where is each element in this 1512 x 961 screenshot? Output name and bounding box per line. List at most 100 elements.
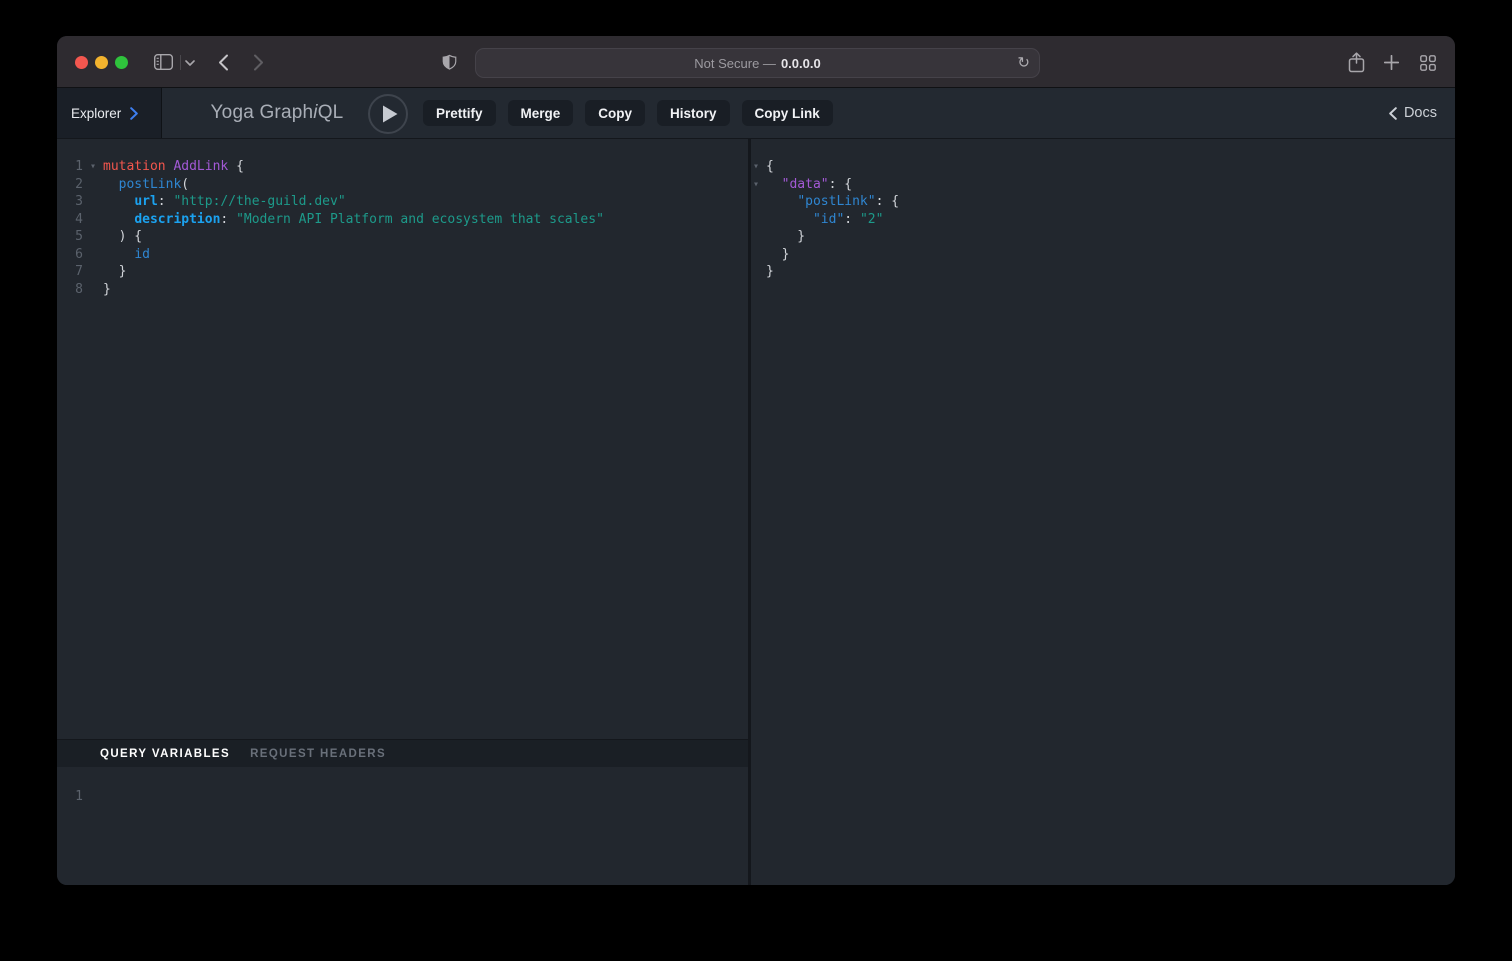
tab-request-headers[interactable]: REQUEST HEADERS	[250, 748, 386, 760]
zoom-window-button[interactable]	[115, 56, 128, 69]
new-tab-icon[interactable]	[1384, 55, 1399, 70]
code-line: ▾{	[751, 158, 1455, 176]
fold-spacer	[751, 246, 766, 264]
browser-chrome: Not Secure — 0.0.0.0 ↻	[57, 36, 1455, 88]
fold-arrow-icon[interactable]: ▾	[83, 158, 103, 176]
close-window-button[interactable]	[75, 56, 88, 69]
fold-spacer	[751, 193, 766, 211]
fold-spacer	[83, 246, 103, 264]
sidebar-toggle-icon[interactable]	[154, 54, 173, 70]
browser-window: Not Secure — 0.0.0.0 ↻	[57, 36, 1455, 885]
code-line: "postLink": {	[751, 193, 1455, 211]
chevron-down-icon[interactable]	[185, 60, 195, 66]
app-title: Yoga GraphiQL	[177, 88, 377, 138]
graphiql-toolbar: Explorer Yoga GraphiQL Prettify Merge Co…	[57, 88, 1455, 139]
code-line: 6 id	[57, 246, 748, 264]
code-line: ▾ "data": {	[751, 176, 1455, 194]
code-line: 7 }	[57, 263, 748, 281]
query-editor[interactable]: 1▾mutation AddLink {2 postLink(3 url: "h…	[57, 139, 748, 739]
tab-overview-icon[interactable]	[1420, 55, 1436, 71]
copy-link-button[interactable]: Copy Link	[742, 100, 833, 126]
fold-spacer	[83, 176, 103, 194]
line-number: 2	[57, 176, 83, 194]
tab-query-variables[interactable]: QUERY VARIABLES	[100, 748, 230, 760]
prettify-button[interactable]: Prettify	[423, 100, 496, 126]
copy-button[interactable]: Copy	[585, 100, 645, 126]
explorer-toggle[interactable]: Explorer	[57, 88, 162, 138]
fold-arrow-icon[interactable]: ▾	[751, 176, 766, 194]
chevron-right-icon	[130, 107, 138, 120]
line-number: 7	[57, 263, 83, 281]
code-text: "id": "2"	[766, 211, 1455, 229]
line-number: 1	[57, 158, 83, 176]
line-number: 6	[57, 246, 83, 264]
code-line: 8}	[57, 281, 748, 299]
play-icon	[382, 105, 398, 123]
fold-spacer	[751, 211, 766, 229]
code-text: {	[766, 158, 1455, 176]
code-text: "data": {	[766, 176, 1455, 194]
back-button-icon[interactable]	[218, 54, 229, 71]
code-text: ) {	[103, 228, 748, 246]
merge-button[interactable]: Merge	[508, 100, 574, 126]
line-number: 4	[57, 211, 83, 229]
chrome-divider	[180, 55, 181, 70]
code-line: "id": "2"	[751, 211, 1455, 229]
code-text: }	[103, 263, 748, 281]
fold-spacer	[83, 281, 103, 299]
docs-toggle[interactable]: Docs	[1389, 88, 1437, 138]
code-text: "postLink": {	[766, 193, 1455, 211]
response-pane: ▾{▾ "data": { "postLink": { "id": "2" } …	[751, 139, 1455, 885]
address-bar[interactable]: Not Secure — 0.0.0.0 ↻	[475, 48, 1040, 78]
fold-spacer	[751, 228, 766, 246]
code-text: description: "Modern API Platform and ec…	[103, 211, 748, 229]
security-label: Not Secure —	[694, 56, 776, 71]
fold-spacer	[751, 263, 766, 281]
fold-spacer	[83, 193, 103, 211]
traffic-lights	[75, 56, 128, 69]
code-line: }	[751, 228, 1455, 246]
fold-arrow-icon[interactable]: ▾	[751, 158, 766, 176]
query-pane: 1▾mutation AddLink {2 postLink(3 url: "h…	[57, 139, 748, 885]
code-line: 4 description: "Modern API Platform and …	[57, 211, 748, 229]
code-line: 3 url: "http://the-guild.dev"	[57, 193, 748, 211]
code-line: 1	[57, 788, 748, 806]
fold-spacer	[83, 263, 103, 281]
forward-button-icon[interactable]	[253, 54, 264, 71]
code-text: postLink(	[103, 176, 748, 194]
code-line: 5 ) {	[57, 228, 748, 246]
docs-label: Docs	[1404, 105, 1437, 121]
fold-spacer	[83, 228, 103, 246]
code-text	[103, 788, 748, 806]
url-host: 0.0.0.0	[781, 56, 821, 71]
secondary-editor-tabs: QUERY VARIABLES REQUEST HEADERS	[57, 739, 748, 767]
share-icon[interactable]	[1348, 52, 1365, 73]
code-text: }	[766, 228, 1455, 246]
privacy-shield-icon[interactable]	[442, 53, 457, 72]
main-split: 1▾mutation AddLink {2 postLink(3 url: "h…	[57, 139, 1455, 885]
history-button[interactable]: History	[657, 100, 730, 126]
code-text: }	[766, 246, 1455, 264]
code-text: mutation AddLink {	[103, 158, 748, 176]
code-line: }	[751, 246, 1455, 264]
reload-icon[interactable]: ↻	[1017, 56, 1030, 71]
code-text: }	[766, 263, 1455, 281]
execute-query-button[interactable]	[368, 94, 408, 134]
toolbar-buttons: Prettify Merge Copy History Copy Link	[423, 100, 833, 126]
chevron-left-icon	[1389, 107, 1397, 120]
code-text: url: "http://the-guild.dev"	[103, 193, 748, 211]
explorer-label: Explorer	[71, 106, 121, 121]
line-number: 1	[57, 788, 83, 806]
fold-spacer	[83, 211, 103, 229]
minimize-window-button[interactable]	[95, 56, 108, 69]
response-viewer: ▾{▾ "data": { "postLink": { "id": "2" } …	[751, 139, 1455, 281]
code-line: }	[751, 263, 1455, 281]
line-number: 3	[57, 193, 83, 211]
code-text: }	[103, 281, 748, 299]
code-line: 1▾mutation AddLink {	[57, 158, 748, 176]
code-line: 2 postLink(	[57, 176, 748, 194]
query-variables-editor[interactable]: 1	[57, 767, 748, 885]
line-number: 5	[57, 228, 83, 246]
code-text: id	[103, 246, 748, 264]
line-number: 8	[57, 281, 83, 299]
